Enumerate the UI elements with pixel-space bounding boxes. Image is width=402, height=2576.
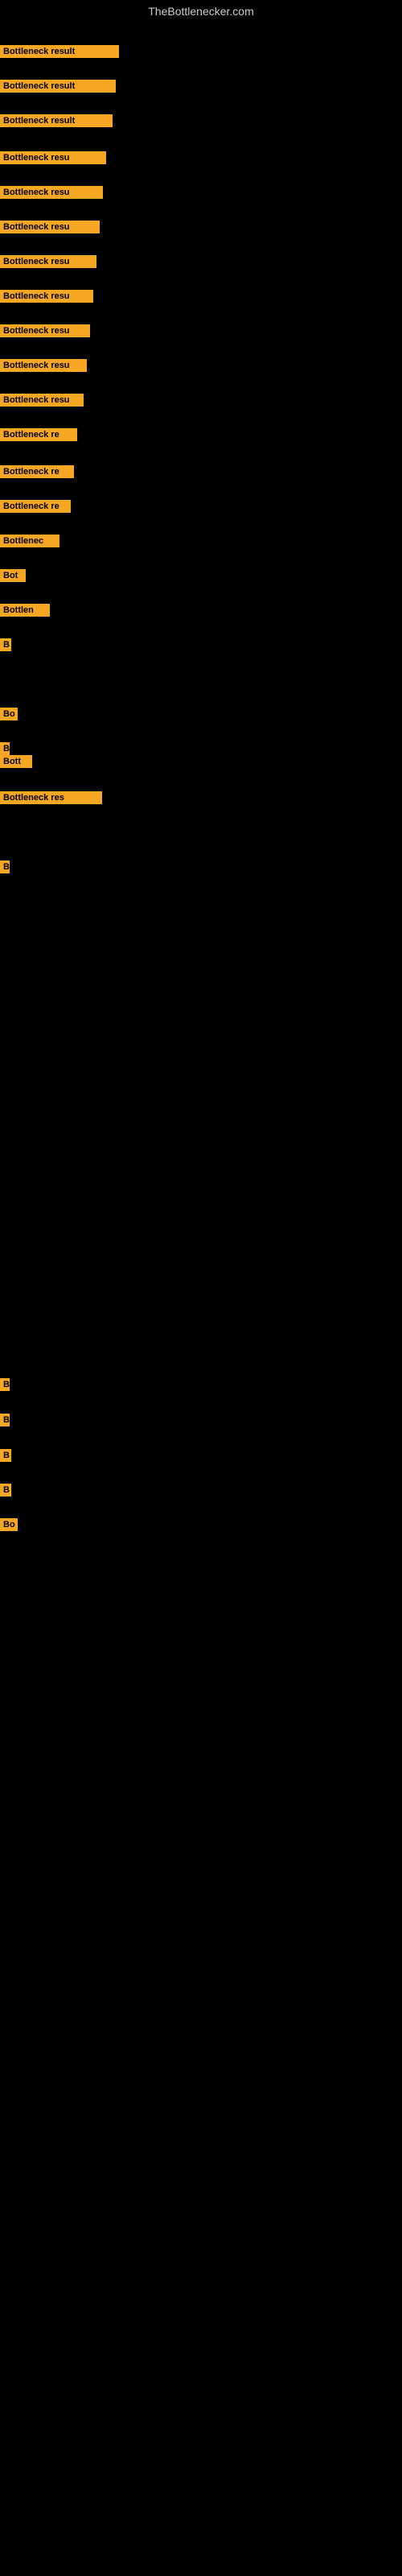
bottleneck-badge-27: B [0, 1484, 11, 1496]
bottleneck-badge-1: Bottleneck result [0, 45, 119, 58]
bottleneck-badge-23: B [0, 861, 10, 873]
bottleneck-badge-20: B [0, 742, 10, 755]
bottleneck-badge-26: B [0, 1449, 11, 1462]
bottleneck-badge-7: Bottleneck resu [0, 255, 96, 268]
bottleneck-badge-13: Bottleneck re [0, 465, 74, 478]
bottleneck-badge-4: Bottleneck resu [0, 151, 106, 164]
bottleneck-badge-12: Bottleneck re [0, 428, 77, 441]
bottleneck-badge-21: Bott [0, 755, 32, 768]
bottleneck-badge-25: B [0, 1414, 10, 1426]
bottleneck-badge-24: B [0, 1378, 10, 1391]
bottleneck-badge-22: Bottleneck res [0, 791, 102, 804]
bottleneck-badge-5: Bottleneck resu [0, 186, 103, 199]
bottleneck-badge-8: Bottleneck resu [0, 290, 93, 303]
bottleneck-badge-18: B [0, 638, 11, 651]
bottleneck-badge-14: Bottleneck re [0, 500, 71, 513]
bottleneck-badge-16: Bot [0, 569, 26, 582]
bottleneck-badge-28: Bo [0, 1518, 18, 1531]
bottleneck-badge-17: Bottlen [0, 604, 50, 617]
bottleneck-badge-3: Bottleneck result [0, 114, 113, 127]
bottleneck-badge-9: Bottleneck resu [0, 324, 90, 337]
site-title: TheBottlenecker.com [0, 0, 402, 23]
bottleneck-badge-6: Bottleneck resu [0, 221, 100, 233]
bottleneck-badge-11: Bottleneck resu [0, 394, 84, 407]
bottleneck-badge-15: Bottlenec [0, 535, 59, 547]
bottleneck-badge-2: Bottleneck result [0, 80, 116, 93]
bottleneck-badge-10: Bottleneck resu [0, 359, 87, 372]
bottleneck-badge-19: Bo [0, 708, 18, 720]
